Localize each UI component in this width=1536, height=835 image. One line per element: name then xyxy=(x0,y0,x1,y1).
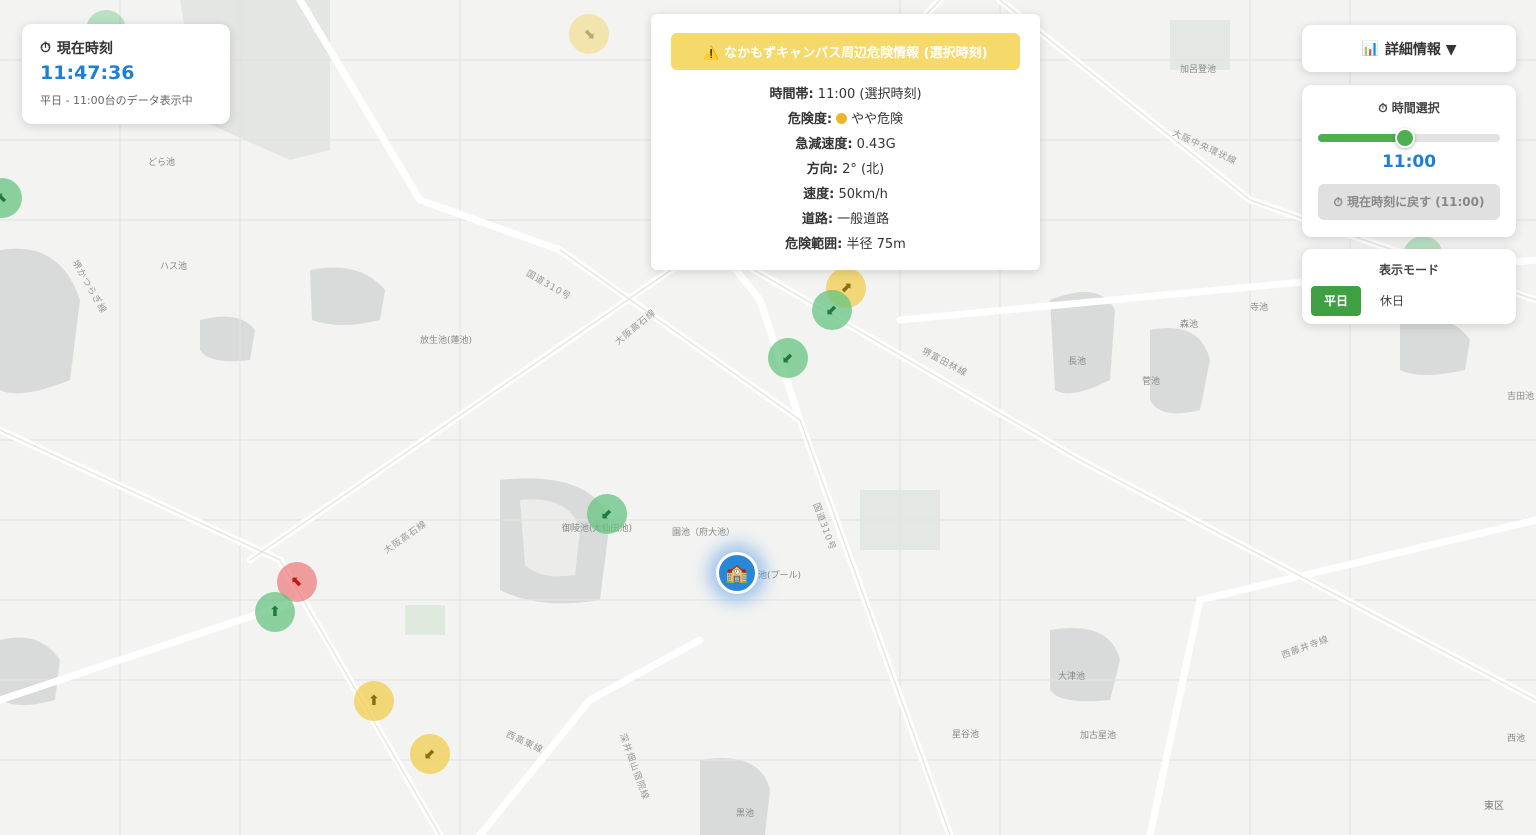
row-value: 半径 75m xyxy=(846,237,906,252)
mode-holiday-button[interactable]: 休日 xyxy=(1367,286,1417,316)
risk-marker-caution[interactable]: ⬆ xyxy=(354,681,394,721)
row-label: 道路: xyxy=(801,212,834,227)
time-slider[interactable] xyxy=(1318,128,1500,148)
popup-row-speed: 速度: 50km/h xyxy=(671,182,1020,207)
map-label-dora: どら池 xyxy=(148,158,176,168)
popup-row-time: 時間帯: 11:00 (選択時刻) xyxy=(671,82,1020,107)
school-icon: 🏫 xyxy=(725,562,749,584)
risk-marker-safe[interactable]: ⬋ xyxy=(768,338,808,378)
current-time-label: 現在時刻 xyxy=(56,41,113,57)
details-toggle-label: 詳細情報 ▼ xyxy=(1384,41,1457,58)
risk-marker-safe[interactable]: ⬆ xyxy=(255,592,295,632)
bar-chart-icon: 📊 xyxy=(1361,40,1379,57)
map-label-sugeike: 菅池 xyxy=(1142,377,1161,387)
data-mode-text: 平日 - 11:00台のデータ表示中 xyxy=(40,94,193,107)
map-label-pool: 池(プール) xyxy=(758,571,802,581)
clock-icon: ⏱ xyxy=(1378,101,1388,115)
risk-marker-caution[interactable]: ⬊ xyxy=(569,14,609,54)
time-slider-knob[interactable] xyxy=(1395,128,1416,148)
display-mode-panel: 表示モード 平日 休日 xyxy=(1302,249,1516,324)
map-label-nagaike: 長池 xyxy=(1068,357,1087,367)
row-label: 速度: xyxy=(803,187,835,202)
time-slider-fill xyxy=(1318,134,1406,142)
risk-marker-safe[interactable]: ⬋ xyxy=(587,494,627,534)
current-time-title: ⏱ 現在時刻 xyxy=(40,38,212,58)
selected-time-value: 11:00 xyxy=(1381,152,1437,172)
popup-row-risk: 危険度: やや危険 xyxy=(671,107,1020,132)
mode-weekday-button[interactable]: 平日 xyxy=(1311,286,1362,316)
risk-info-popup: ⚠️ なかもずキャンパス周辺危険情報 (選択時刻) 時間帯: 11:00 (選択… xyxy=(651,14,1040,270)
map-label-sono: 園池（府大池） xyxy=(672,528,736,538)
popup-header: ⚠️ なかもずキャンパス周辺危険情報 (選択時刻) xyxy=(671,33,1020,70)
row-label: 方向: xyxy=(806,162,838,177)
map-label-ootsu: 大津池 xyxy=(1058,672,1086,682)
risk-marker-safe[interactable]: ⬋ xyxy=(812,290,852,330)
popup-row-direction: 方向: 2° (北) xyxy=(671,157,1020,182)
row-value: やや危険 xyxy=(851,112,904,127)
row-value: 11:00 (選択時刻) xyxy=(817,87,922,102)
campus-marker[interactable]: 🏫 xyxy=(716,552,758,594)
popup-row-decel: 急減速度: 0.43G xyxy=(671,132,1020,157)
row-label: 危険度: xyxy=(787,112,833,127)
row-label: 時間帯: xyxy=(769,87,814,102)
map-label-nishiike: 西池 xyxy=(1507,734,1526,744)
time-select-title: ⏱ 時間選択 xyxy=(1318,99,1500,116)
row-value: 0.43G xyxy=(856,137,896,152)
details-toggle-button[interactable]: 📊 詳細情報 ▼ xyxy=(1302,25,1516,72)
clock-icon: ⏱ xyxy=(1333,195,1343,209)
risk-marker-caution[interactable]: ⬋ xyxy=(410,734,450,774)
row-label: 危険範囲: xyxy=(785,237,843,252)
map-label-moriike: 森池 xyxy=(1180,320,1199,330)
reset-time-label: 現在時刻に戻す (11:00) xyxy=(1347,195,1485,209)
map-label-kuroike: 黒池 xyxy=(736,809,755,819)
map-label-teraike: 寺池 xyxy=(1250,303,1269,313)
time-select-label: 時間選択 xyxy=(1391,101,1440,115)
map-label-higashiku: 東区 xyxy=(1484,801,1504,812)
popup-title: なかもずキャンパス周辺危険情報 (選択時刻) xyxy=(724,46,988,61)
reset-time-button[interactable]: ⏱ 現在時刻に戻す (11:00) xyxy=(1318,184,1500,220)
map-label-kashiike: 加呂登池 xyxy=(1180,65,1217,75)
popup-rows: 時間帯: 11:00 (選択時刻) 危険度: やや危険 急減速度: 0.43G … xyxy=(671,82,1020,257)
risk-level-dot xyxy=(836,113,848,124)
map-label-kako: 加古星池 xyxy=(1080,731,1117,741)
display-mode-buttons: 平日 休日 xyxy=(1311,286,1507,316)
current-time-value: 11:47:36 xyxy=(40,62,135,84)
map-label-yoshida: 吉田池 xyxy=(1507,392,1535,402)
popup-row-road: 道路: 一般道路 xyxy=(671,207,1020,232)
display-mode-title: 表示モード xyxy=(1378,263,1439,277)
current-time-panel: ⏱ 現在時刻 11:47:36 平日 - 11:00台のデータ表示中 xyxy=(22,24,230,124)
map-label-hasu: ハス池 xyxy=(160,262,188,272)
row-label: 急減速度: xyxy=(795,137,853,152)
clock-icon: ⏱ xyxy=(40,40,51,56)
row-value: 50km/h xyxy=(838,187,888,202)
row-value: 一般道路 xyxy=(837,212,890,227)
warning-icon: ⚠️ xyxy=(703,46,720,61)
time-select-panel: ⏱ 時間選択 11:00 ⏱ 現在時刻に戻す (11:00) xyxy=(1302,85,1516,237)
map-label-houshou: 放生池(蓮池) xyxy=(420,336,473,346)
map-label-hoshiya: 星谷池 xyxy=(952,730,980,740)
row-value: 2° (北) xyxy=(842,162,885,177)
popup-row-range: 危険範囲: 半径 75m xyxy=(671,232,1020,257)
